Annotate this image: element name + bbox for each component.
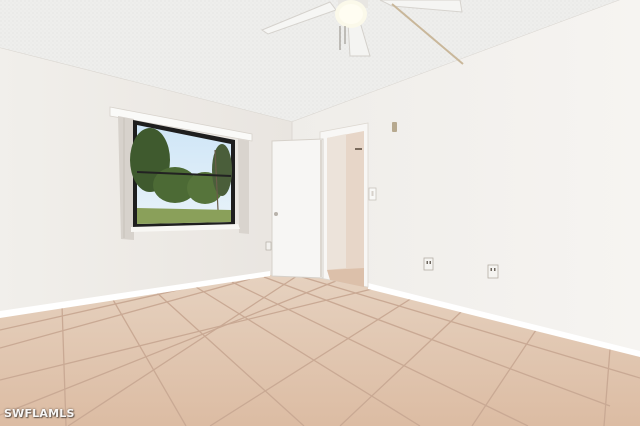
door-icon[interactable] <box>271 138 324 279</box>
room-photo: SWFLAMLS <box>0 0 640 426</box>
outlet-icon-3 <box>265 241 272 251</box>
watermark: SWFLAMLS <box>4 407 75 420</box>
wall-hook <box>392 122 397 132</box>
outlet-icon-2 <box>487 264 499 279</box>
light-switch-icon[interactable] <box>368 187 377 201</box>
room-drawing <box>0 0 640 426</box>
outlet-icon <box>423 257 434 271</box>
doorway <box>319 122 369 288</box>
